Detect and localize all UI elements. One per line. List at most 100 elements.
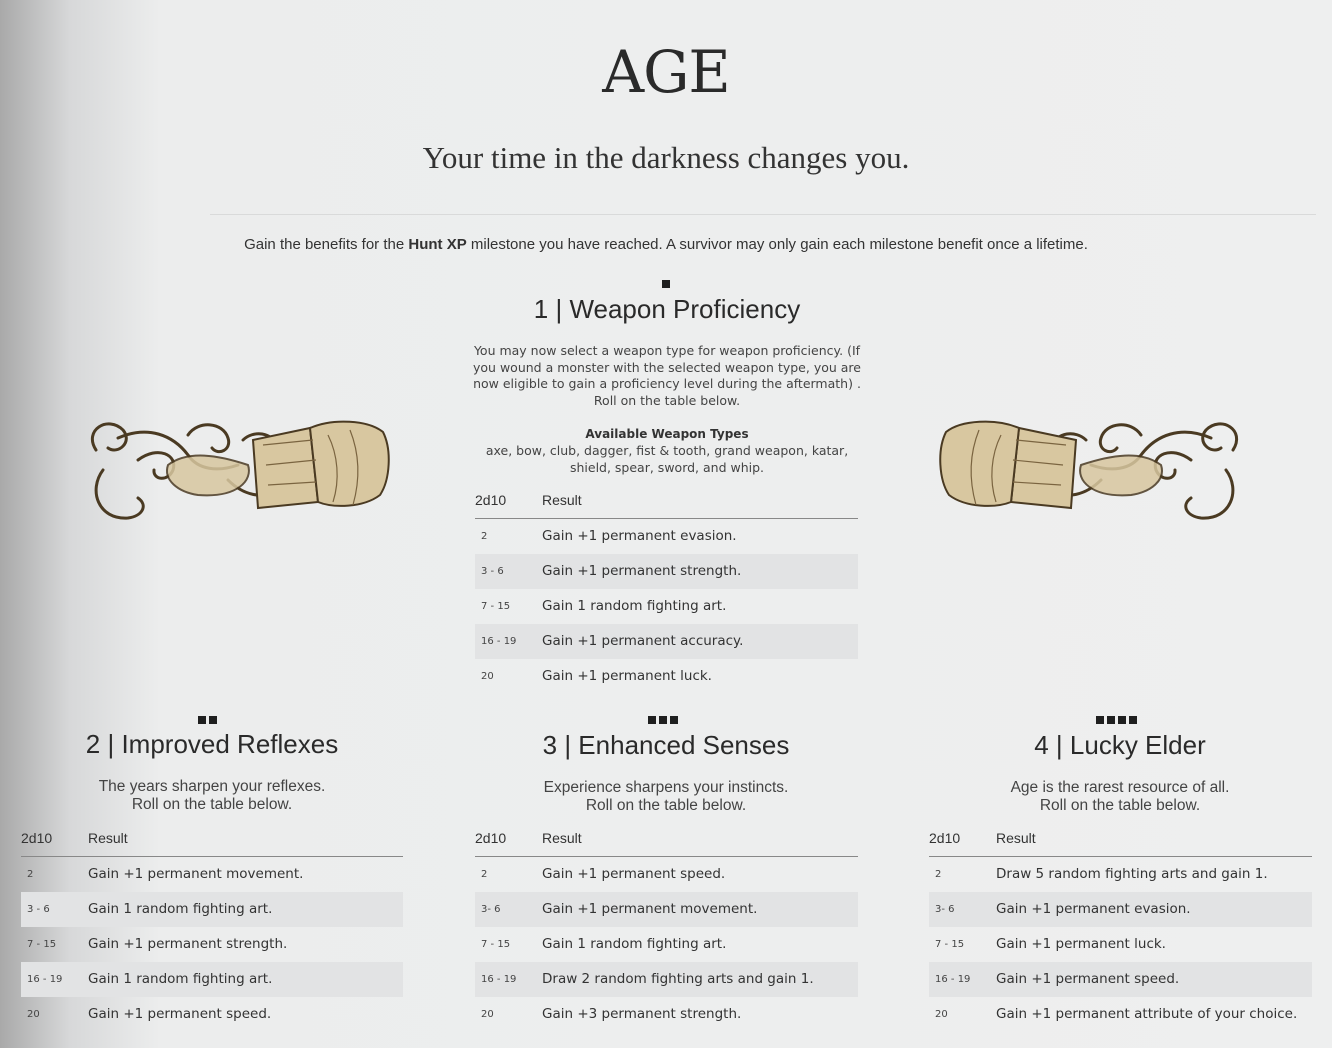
table-row: 2 Draw 5 random fighting arts and gain 1. [929,857,1312,892]
roll-range: 20 [935,1009,948,1020]
page-subtitle: Your time in the darkness changes you. [422,140,910,175]
results-table-enhanced-senses: 2d10 Result 2 Gain +1 permanent speed. 3- 6 G… [475,822,858,1032]
section-line2-improved-reflexes: Roll on the table below. [131,796,293,813]
column-header-roll: 2d10 [929,830,961,846]
table-row: 3 - 6 Gain 1 random fighting art. [21,892,403,927]
table-row: 3- 6 Gain +1 permanent evasion. [929,892,1312,927]
section-title-lucky-elder: 4 | Lucky Elder [1034,730,1206,760]
roll-result: Gain 1 random fighting art. [88,901,273,917]
roll-range: 16 - 19 [935,974,971,985]
results-table-improved-reflexes: 2d10 Result 2 Gain +1 permanent movement. 3 … [21,822,403,1032]
column-header-result: Result [996,830,1036,846]
roll-range: 3- 6 [481,904,501,915]
column-header-roll: 2d10 [21,830,53,846]
roll-result: Gain +1 permanent speed. [88,1006,272,1022]
roll-result: Gain +3 permanent strength. [542,1006,742,1022]
roll-range: 2 [481,869,488,880]
section-line1-lucky-elder: Age is the rarest resource of all. [1010,779,1230,796]
roll-result: Gain 1 random fighting art. [88,971,273,987]
roll-result: Gain +1 permanent luck. [542,668,712,684]
milestone-pips-3 [648,716,678,724]
roll-result: Gain +1 permanent speed. [996,971,1180,987]
section-line1-improved-reflexes: The years sharpen your reflexes. [98,778,326,795]
table-row: 7 - 15 Gain +1 permanent strength. [21,927,403,962]
table-row: 3 - 6 Gain +1 permanent strength. [475,554,858,589]
roll-range: 2 [935,869,942,880]
roll-range: 3 - 6 [481,566,504,577]
roll-range: 16 - 19 [481,974,517,985]
roll-range: 16 - 19 [481,636,517,647]
roll-range: 7 - 15 [935,939,965,950]
roll-range: 20 [27,1009,40,1020]
table-header: 2d10 Result [475,484,858,519]
table-row: 2 Gain +1 permanent evasion. [475,519,858,554]
roll-result: Gain +1 permanent attribute of your choi… [996,1006,1298,1022]
table-row: 2 Gain +1 permanent speed. [475,857,858,892]
table-row: 20 Gain +1 permanent luck. [475,659,858,694]
table-row: 3- 6 Gain +1 permanent movement. [475,892,858,927]
results-table-weapon-proficiency: 2d10 Result 2 Gain +1 permanent evasion. 3 -… [475,484,858,694]
wrapped-fist-flourish-left-icon [90,420,390,520]
table-row: 7 - 15 Gain 1 random fighting art. [475,927,858,962]
table-row: 16 - 19 Draw 2 random fighting arts and g… [475,962,858,997]
page-title: AGE [602,38,731,106]
roll-range: 7 - 15 [27,939,57,950]
roll-range: 3- 6 [935,904,955,915]
intro-pre: Gain the benefits for the [244,236,409,253]
roll-result: Gain +1 permanent strength. [542,563,742,579]
roll-range: 16 - 19 [27,974,63,985]
intro-bold: Hunt XP [408,236,467,253]
roll-result: Gain +1 permanent luck. [996,936,1166,952]
roll-range: 20 [481,1009,494,1020]
column-header-roll: 2d10 [475,830,507,846]
table-header: 2d10 Result [929,822,1312,857]
divider [210,214,1316,215]
roll-result: Draw 2 random fighting arts and gain 1. [542,971,814,987]
column-header-roll: 2d10 [475,492,507,508]
intro-post: milestone you have reached. A survivor m… [466,236,1088,253]
table-row: 16 - 19 Gain 1 random fighting art. [21,962,403,997]
table-row: 20 Gain +1 permanent attribute of your ch… [929,997,1312,1032]
roll-result: Gain +1 permanent evasion. [542,528,737,544]
section-title-improved-reflexes: 2 | Improved Reflexes [85,729,339,759]
roll-result: Gain 1 random fighting art. [542,598,727,614]
table-row: 20 Gain +3 permanent strength. [475,997,858,1032]
column-header-result: Result [542,492,582,508]
intro-text: Gain the benefits for the Hunt XP milest… [0,236,1332,253]
roll-range: 3 - 6 [27,904,50,915]
roll-result: Gain +1 permanent movement. [88,866,304,882]
roll-result: Draw 5 random fighting arts and gain 1. [996,866,1268,882]
table-row: 7 - 15 Gain +1 permanent luck. [929,927,1312,962]
roll-range: 7 - 15 [481,939,511,950]
wrapped-fist-flourish-right-icon [939,420,1239,520]
table-row: 20 Gain +1 permanent speed. [21,997,403,1032]
roll-range: 7 - 15 [481,601,511,612]
section-description-weapon-proficiency: You may now select a weapon type for wea… [473,343,861,408]
available-weapons-heading: Available Weapon Types [585,427,749,441]
table-header: 2d10 Result [21,822,403,857]
roll-result: Gain +1 permanent strength. [88,936,288,952]
milestone-pips-1 [662,280,670,288]
results-table-lucky-elder: 2d10 Result 2 Draw 5 random fighting arts a… [929,822,1312,1032]
table-row: 16 - 19 Gain +1 permanent speed. [929,962,1312,997]
roll-result: Gain +1 permanent movement. [542,901,758,917]
section-title-enhanced-senses: 3 | Enhanced Senses [542,730,790,760]
milestone-pips-2 [198,716,217,724]
roll-result: Gain +1 permanent accuracy. [542,633,744,649]
table-row: 7 - 15 Gain 1 random fighting art. [475,589,858,624]
milestone-pips-4 [1096,716,1137,724]
table-row: 2 Gain +1 permanent movement. [21,857,403,892]
roll-result: Gain +1 permanent speed. [542,866,726,882]
column-header-result: Result [542,830,582,846]
section-line1-enhanced-senses: Experience sharpens your instincts. [543,779,789,796]
section-title-weapon-proficiency: 1 | Weapon Proficiency [533,294,801,324]
available-weapons-list: axe, bow, club, dagger, fist & tooth, gr… [485,443,849,475]
column-header-result: Result [88,830,128,846]
section-line2-enhanced-senses: Roll on the table below. [585,797,747,814]
roll-range: 20 [481,671,494,682]
table-header: 2d10 Result [475,822,858,857]
roll-result: Gain +1 permanent evasion. [996,901,1191,917]
table-row: 16 - 19 Gain +1 permanent accuracy. [475,624,858,659]
roll-range: 2 [27,869,34,880]
section-line2-lucky-elder: Roll on the table below. [1039,797,1201,814]
